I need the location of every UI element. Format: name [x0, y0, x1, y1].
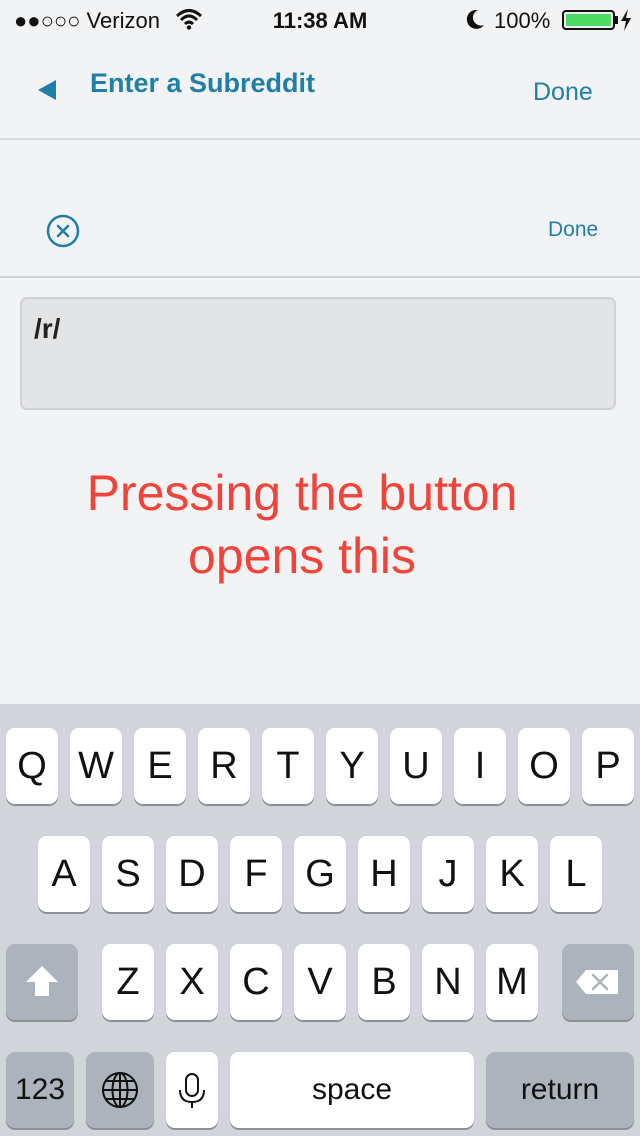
key-o[interactable]: O	[518, 728, 570, 804]
key-b[interactable]: B	[358, 944, 410, 1020]
key-r[interactable]: R	[198, 728, 250, 804]
key-n[interactable]: N	[422, 944, 474, 1020]
input-toolbar: Done	[0, 140, 640, 278]
key-g[interactable]: G	[294, 836, 346, 912]
key-m[interactable]: M	[486, 944, 538, 1020]
key-f[interactable]: F	[230, 836, 282, 912]
key-t[interactable]: T	[262, 728, 314, 804]
key-e[interactable]: E	[134, 728, 186, 804]
key-z[interactable]: Z	[102, 944, 154, 1020]
numbers-key[interactable]: 123	[6, 1052, 74, 1128]
charging-bolt-icon	[621, 9, 631, 31]
globe-icon	[102, 1072, 138, 1108]
backspace-icon	[576, 970, 618, 994]
key-y[interactable]: Y	[326, 728, 378, 804]
key-w[interactable]: W	[70, 728, 122, 804]
key-h[interactable]: H	[358, 836, 410, 912]
microphone-icon	[179, 1073, 205, 1108]
globe-key[interactable]	[86, 1052, 154, 1128]
key-l[interactable]: L	[550, 836, 602, 912]
key-u[interactable]: U	[390, 728, 442, 804]
key-a[interactable]: A	[38, 836, 90, 912]
key-x[interactable]: X	[166, 944, 218, 1020]
battery-icon	[562, 10, 618, 30]
key-p[interactable]: P	[582, 728, 634, 804]
space-key[interactable]: space	[230, 1052, 474, 1128]
key-q[interactable]: Q	[6, 728, 58, 804]
key-s[interactable]: S	[102, 836, 154, 912]
key-d[interactable]: D	[166, 836, 218, 912]
circle-x-icon[interactable]	[46, 214, 80, 248]
key-j[interactable]: J	[422, 836, 474, 912]
moon-icon	[466, 9, 484, 29]
annotation-text: Pressing the button opens this	[0, 462, 604, 588]
subreddit-input-value: /r/	[34, 313, 61, 344]
status-bar: ●●○○○ Verizon 11:38 AM 100%	[0, 0, 640, 40]
toolbar-done-button[interactable]: Done	[548, 218, 598, 242]
key-c[interactable]: C	[230, 944, 282, 1020]
shift-key[interactable]	[6, 944, 78, 1020]
back-triangle-icon[interactable]	[30, 74, 70, 108]
key-v[interactable]: V	[294, 944, 346, 1020]
annotation-line-1: Pressing the button	[86, 465, 518, 521]
navigation-bar: Enter a Subreddit Done	[0, 40, 640, 140]
key-i[interactable]: I	[454, 728, 506, 804]
nav-title: Enter a Subreddit	[90, 68, 316, 98]
battery-percent: 100%	[494, 8, 551, 33]
keyboard: Q W E R T Y U I O P A S D F G H J K L Z …	[0, 704, 640, 1136]
backspace-key[interactable]	[562, 944, 634, 1020]
microphone-key[interactable]	[166, 1052, 218, 1128]
key-k[interactable]: K	[486, 836, 538, 912]
subreddit-input[interactable]: /r/	[20, 297, 616, 410]
return-key[interactable]: return	[486, 1052, 634, 1128]
annotation-line-2: opens this	[188, 528, 416, 584]
shift-icon	[26, 966, 58, 996]
done-button[interactable]: Done	[533, 78, 593, 107]
